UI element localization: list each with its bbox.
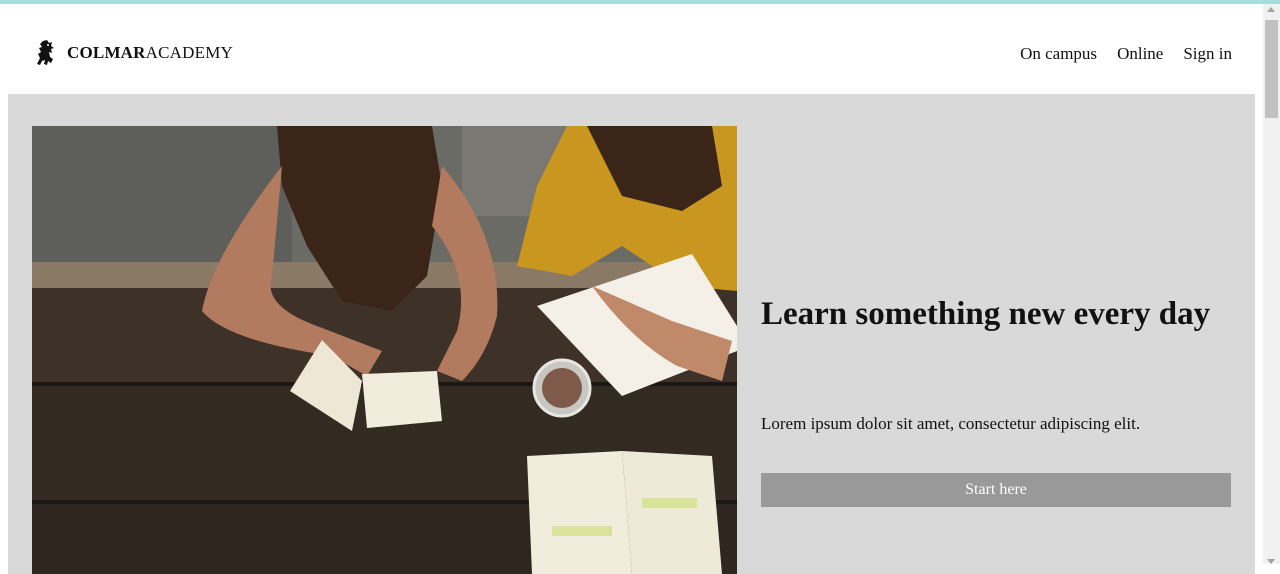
students-studying-photo (32, 126, 737, 574)
nav-link-online[interactable]: Online (1117, 44, 1163, 64)
scroll-down-arrow-icon[interactable] (1267, 559, 1275, 564)
main-nav: On campus Online Sign in (1020, 44, 1232, 64)
brand-name: COLMARACADEMY (67, 43, 233, 63)
scrollbar-thumb[interactable] (1265, 20, 1278, 118)
nav-link-sign-in[interactable]: Sign in (1183, 44, 1232, 64)
brand-name-bold: COLMAR (67, 43, 146, 62)
vertical-scrollbar[interactable] (1263, 4, 1280, 564)
hero-section: Learn something new every day Lorem ipsu… (8, 94, 1255, 574)
nav-link-on-campus[interactable]: On campus (1020, 44, 1097, 64)
site-header: COLMARACADEMY On campus Online Sign in (0, 4, 1263, 94)
hero-photo-illustration (32, 126, 737, 574)
hero-headline: Learn something new every day (761, 296, 1211, 332)
hero-lede: Lorem ipsum dolor sit amet, consectetur … (761, 414, 1141, 433)
scroll-up-arrow-icon[interactable] (1267, 7, 1275, 12)
start-here-button[interactable]: Start here (761, 473, 1231, 507)
brand-logo-link[interactable]: COLMARACADEMY (34, 38, 233, 68)
lion-rampant-icon (37, 40, 54, 65)
page: COLMARACADEMY On campus Online Sign in L… (0, 4, 1263, 574)
brand-name-regular: ACADEMY (145, 43, 233, 62)
